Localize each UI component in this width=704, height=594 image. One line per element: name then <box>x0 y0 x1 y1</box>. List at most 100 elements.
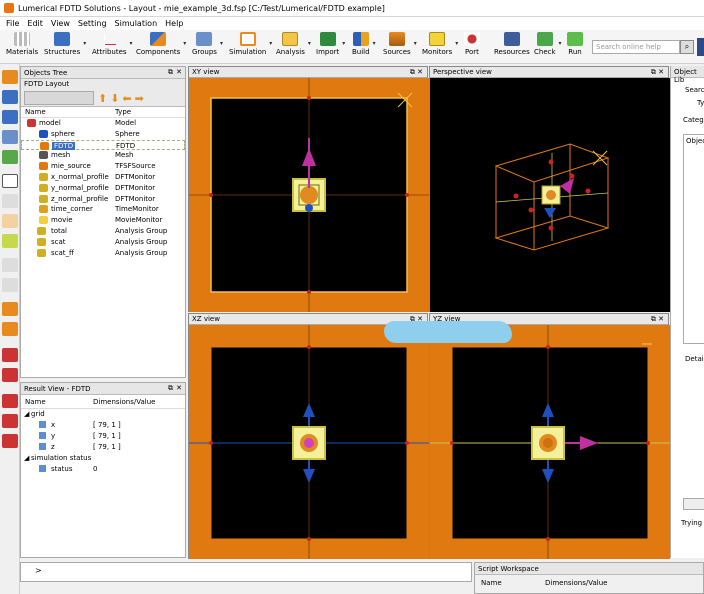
tree-row-scat_ff[interactable]: scat_ff Analysis Group <box>21 248 185 259</box>
float-icon[interactable]: ⧉ <box>168 68 173 77</box>
grid-toggle-icon[interactable] <box>2 278 18 292</box>
tree-row-type: DFTMonitor <box>115 172 156 181</box>
monitors-button[interactable]: Monitors ▾ <box>422 32 458 62</box>
close-icon[interactable]: ✕ <box>176 384 182 392</box>
sphere-icon <box>39 129 48 138</box>
result-row-simulation-status[interactable]: ◢ simulation status <box>21 453 185 464</box>
run-button[interactable]: Run <box>567 32 583 62</box>
tree-row-mie_source[interactable]: mie_source TFSFSource <box>21 161 185 172</box>
tree-row-z_normal_profile[interactable]: z_normal_profile DFTMonitor <box>21 194 185 205</box>
result-row-y[interactable]: y[ 79, 1 ] <box>21 431 185 442</box>
search-icon[interactable]: ⌕ <box>680 40 694 54</box>
check-button[interactable]: Check ▾ <box>534 32 562 62</box>
tree-row-name: scat <box>51 237 66 246</box>
components-button[interactable]: Components ▾ <box>136 32 186 62</box>
tree-row-model[interactable]: model Model <box>21 118 185 129</box>
build-icon <box>352 32 369 46</box>
xz-view[interactable]: XZ view ⧉ ✕ <box>188 313 429 559</box>
tree-row-name: time_corner <box>51 205 93 214</box>
menu-simulation[interactable]: Simulation <box>111 19 162 28</box>
menu-bar: File Edit View Setting Simulation Help <box>0 17 704 30</box>
tree-row-fdtd[interactable]: FDTD FDTD <box>21 139 185 151</box>
x_normal_profile-icon <box>39 172 48 181</box>
tree-row-name: sphere <box>51 129 75 138</box>
tree-row-time_corner[interactable]: time_corner TimeMonitor <box>21 204 185 215</box>
groups-button[interactable]: Groups ▾ <box>192 32 223 62</box>
tree-row-movie[interactable]: movie MovieMonitor <box>21 215 185 226</box>
menu-file[interactable]: File <box>2 19 23 28</box>
menu-edit[interactable]: Edit <box>23 19 47 28</box>
z-view-icon[interactable] <box>2 434 18 448</box>
xz-canvas[interactable] <box>189 325 429 559</box>
yz-view[interactable]: YZ view ⧉ ✕ <box>429 313 670 559</box>
library-button[interactable] <box>683 498 704 510</box>
zoom-extent-icon[interactable] <box>2 258 18 272</box>
array-icon[interactable] <box>2 130 18 144</box>
sources-button[interactable]: Sources ▾ <box>383 32 417 62</box>
perspective-view-title: Perspective view ⧉ ✕ <box>430 67 668 78</box>
result-row-grid[interactable]: ◢ grid <box>21 409 185 420</box>
matrix-icon <box>39 432 46 439</box>
result-column-header: Name Dimensions/Value <box>21 395 185 409</box>
objects-list[interactable]: Objec <box>683 134 704 344</box>
y-view-icon[interactable] <box>2 414 18 428</box>
analysis-button[interactable]: Analysis ▾ <box>276 32 311 62</box>
move-arrows-icon[interactable]: ⬆⬇⬅➡ <box>98 92 147 105</box>
result-view-title: Result View - FDTD ⧉ ✕ <box>21 383 185 395</box>
search-input[interactable]: Search online help <box>592 40 680 54</box>
prism-icon[interactable] <box>2 110 18 124</box>
xy-view-title: XY view ⧉ ✕ <box>189 67 427 78</box>
result-row-z[interactable]: z[ 79, 1 ] <box>21 442 185 453</box>
tree-row-mesh[interactable]: mesh Mesh <box>21 150 185 161</box>
pan-hand-icon[interactable] <box>2 214 18 228</box>
layout-icon[interactable] <box>2 302 18 316</box>
tree-tool-buttons[interactable] <box>24 91 94 105</box>
xy-view[interactable]: XY view ⧉ ✕ <box>188 66 429 312</box>
matrix-icon <box>39 465 46 472</box>
build-button[interactable]: Build ▾ <box>352 32 376 62</box>
objects-tree-title: Objects Tree ⧉ ✕ <box>21 67 185 79</box>
menu-setting[interactable]: Setting <box>74 19 111 28</box>
yz-canvas[interactable] <box>430 325 670 559</box>
result-row-status[interactable]: status 0 <box>21 464 185 475</box>
simulation-button[interactable]: Simulation ▾ <box>229 32 272 62</box>
z_normal_profile-icon <box>39 194 48 203</box>
perspective-canvas[interactable] <box>430 78 670 312</box>
edit-icon[interactable] <box>2 70 18 84</box>
tree-row-name: y_normal_profile <box>51 183 109 192</box>
tree-row-type: Mesh <box>115 151 134 160</box>
xy-canvas[interactable] <box>189 78 429 312</box>
layout-icon-2[interactable] <box>2 322 18 336</box>
scat-icon <box>37 237 46 246</box>
tree-row-scat[interactable]: scat Analysis Group <box>21 237 185 248</box>
float-icon[interactable]: ⧉ <box>168 384 173 393</box>
redaction-blob <box>384 321 512 343</box>
result-row-x[interactable]: x[ 79, 1 ] <box>21 420 185 431</box>
view-single-icon[interactable] <box>2 348 18 362</box>
x-view-icon[interactable] <box>2 394 18 408</box>
app-icon <box>4 3 14 13</box>
menu-help[interactable]: Help <box>161 19 187 28</box>
resources-button[interactable]: Resources <box>494 32 530 62</box>
structures-button[interactable]: Structures ▾ <box>44 32 86 62</box>
materials-button[interactable]: Materials <box>6 32 38 62</box>
view-split-icon[interactable] <box>2 368 18 382</box>
y_normal_profile-icon <box>39 183 48 192</box>
tree-row-x_normal_profile[interactable]: x_normal_profile DFTMonitor <box>21 172 185 183</box>
tree-row-y_normal_profile[interactable]: y_normal_profile DFTMonitor <box>21 183 185 194</box>
ruler-icon[interactable] <box>2 234 18 248</box>
import-button[interactable]: Import ▾ <box>316 32 345 62</box>
zoom-icon[interactable] <box>2 194 18 208</box>
perspective-view[interactable]: Perspective view ⧉ ✕ <box>429 66 670 312</box>
close-icon[interactable]: ✕ <box>176 68 182 76</box>
attributes-button[interactable]: Attributes ▾ <box>92 32 133 62</box>
script-prompt[interactable]: > <box>20 562 472 582</box>
tree-row-sphere[interactable]: sphere Sphere <box>21 129 185 140</box>
tree-row-total[interactable]: total Analysis Group <box>21 226 185 237</box>
tree-row-type: DFTMonitor <box>115 183 156 192</box>
delete-icon[interactable] <box>2 150 18 164</box>
menu-view[interactable]: View <box>47 19 74 28</box>
port-button[interactable]: Port <box>464 32 480 62</box>
select-arrow-icon[interactable] <box>2 174 18 188</box>
triangle-icon[interactable] <box>2 90 18 104</box>
